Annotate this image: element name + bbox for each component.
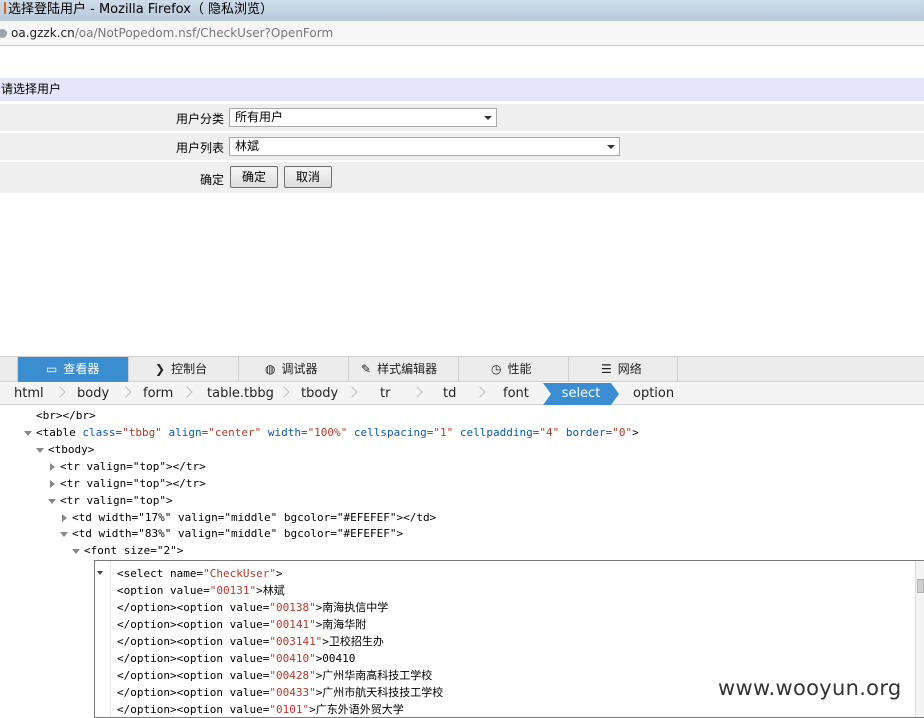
tab-performance[interactable]: ◷ 性能	[459, 357, 569, 382]
chevron-right-icon	[411, 386, 423, 398]
expand-toggle-icon[interactable]	[24, 431, 32, 436]
performance-icon: ◷	[491, 362, 502, 376]
markup-node[interactable]: <tr valign="top">	[48, 493, 173, 509]
breadcrumb-item[interactable]: tbody	[301, 383, 338, 405]
style-editor-icon: ✎	[361, 362, 372, 376]
network-icon: ☰	[601, 362, 612, 376]
breadcrumb: html body form table.tbbg tbody tr td fo…	[0, 383, 924, 405]
breadcrumb-item[interactable]: td	[443, 383, 456, 405]
tab-console[interactable]: ❯ 控制台	[129, 357, 239, 382]
expand-toggle-icon[interactable]	[50, 480, 55, 488]
markup-node[interactable]: <td width="83%" valign="middle" bgcolor=…	[60, 526, 403, 542]
user-list-select[interactable]: 林斌	[229, 137, 620, 156]
scrollbar-thumb[interactable]	[917, 579, 924, 593]
inspector-icon: ▭	[46, 362, 58, 376]
user-list-row: 用户列表 林斌	[0, 133, 924, 160]
expand-toggle-icon[interactable]	[48, 499, 56, 504]
breadcrumb-item-active[interactable]: select	[543, 383, 619, 405]
chevron-down-icon	[607, 145, 615, 149]
editor-line[interactable]: </option><option value="00410">00410	[117, 650, 355, 667]
debugger-icon: ◍	[265, 362, 276, 376]
markup-node[interactable]: <tbody>	[36, 442, 94, 458]
breadcrumb-item[interactable]: font	[503, 383, 529, 405]
chevron-right-icon	[474, 386, 486, 398]
chevron-right-icon	[54, 386, 66, 398]
devtools-toolbar: ▭ 查看器 ❯ 控制台 ◍ 调试器 ✎ 样式编辑器 ◷ 性能 ☰ 网络	[0, 356, 924, 382]
editor-line[interactable]: <option value="00131">林斌	[117, 582, 285, 599]
cancel-button[interactable]: 取消	[284, 166, 332, 188]
markup-node[interactable]: <br></br>	[36, 408, 96, 424]
chevron-right-icon	[181, 386, 193, 398]
breadcrumb-item[interactable]: tr	[380, 383, 390, 405]
markup-node[interactable]: <tr valign="top"></tr>	[48, 476, 206, 492]
expand-toggle-icon[interactable]	[62, 514, 67, 522]
editor-line[interactable]: </option><option value="003141">卫校招生办	[117, 633, 384, 650]
tab-debugger[interactable]: ◍ 调试器	[239, 357, 349, 382]
editor-line[interactable]: </option><option value="00138">南海执信中学	[117, 599, 388, 616]
editor-scrollbar[interactable]	[915, 561, 924, 717]
tab-inspector[interactable]: ▭ 查看器	[18, 357, 129, 382]
watermark: www.wooyun.org	[718, 676, 902, 700]
confirm-row: 确定 确定 取消	[0, 162, 924, 193]
chevron-down-icon	[484, 116, 492, 120]
url-path: /oa/NotPopedom.nsf/CheckUser?OpenForm	[74, 26, 334, 40]
expand-toggle-icon[interactable]	[60, 532, 68, 537]
editor-line[interactable]: <select name="CheckUser">	[117, 565, 283, 582]
editor-line[interactable]: </option><option value="00141">南海华附	[117, 616, 366, 633]
confirm-cell: 确定 取消	[228, 162, 924, 193]
editor-gutter	[95, 561, 111, 717]
markup-node[interactable]: <tr valign="top"></tr>	[48, 459, 206, 475]
confirm-label: 确定	[199, 173, 224, 187]
editor-line[interactable]: </option><option value="0101">广东外语外贸大学	[117, 701, 404, 717]
markup-node[interactable]: <table class="tbbg" align="center" width…	[24, 425, 639, 441]
chevron-right-icon	[278, 386, 290, 398]
breadcrumb-item[interactable]: body	[77, 383, 109, 405]
category-select-value: 所有用户	[235, 110, 284, 124]
chevron-right-icon	[346, 386, 358, 398]
user-list-cell: 林斌	[228, 133, 924, 160]
tab-style-editor[interactable]: ✎ 样式编辑器	[349, 357, 459, 382]
url-domain: oa.gzzk.cn	[11, 26, 75, 40]
markup-node[interactable]: <td width="17%" valign="middle" bgcolor=…	[60, 510, 436, 526]
devtools-pick-button[interactable]	[0, 357, 18, 382]
confirm-button[interactable]: 确定	[230, 166, 278, 188]
editor-line[interactable]: </option><option value="00428">广州华南高科技工学…	[117, 667, 432, 684]
markup-node[interactable]: <font size="2">	[72, 543, 183, 559]
breadcrumb-item[interactable]: form	[143, 383, 173, 405]
breadcrumb-item[interactable]: html	[14, 383, 44, 405]
tab-network[interactable]: ☰ 网络	[569, 357, 678, 382]
expand-toggle-icon[interactable]	[72, 549, 80, 554]
chevron-right-icon	[120, 386, 132, 398]
user-list-label: 用户列表	[175, 141, 224, 155]
category-cell: 所有用户	[228, 104, 924, 131]
address-bar[interactable]: oa.gzzk.cn/oa/NotPopedom.nsf/CheckUser?O…	[0, 21, 924, 46]
globe-icon	[0, 29, 7, 38]
user-list-select-value: 林斌	[235, 139, 260, 153]
expand-toggle-icon[interactable]	[50, 463, 55, 471]
category-label: 用户分类	[175, 112, 224, 126]
window-title: 选择登陆用户 - Mozilla Firefox（ 隐私浏览）	[8, 2, 274, 17]
console-icon: ❯	[155, 362, 166, 376]
firefox-icon	[4, 2, 6, 14]
category-row: 用户分类 所有用户	[0, 104, 924, 131]
breadcrumb-item[interactable]: option	[633, 383, 674, 405]
fold-arrow-icon[interactable]	[97, 571, 103, 575]
editor-line[interactable]: </option><option value="00433">广州市航天科技技工…	[117, 684, 443, 701]
breadcrumb-item[interactable]: table.tbbg	[207, 383, 274, 405]
window-title-bar: 选择登陆用户 - Mozilla Firefox（ 隐私浏览）	[0, 0, 924, 21]
category-select[interactable]: 所有用户	[229, 108, 497, 127]
expand-toggle-icon[interactable]	[36, 448, 44, 453]
form-header: 请选择用户	[0, 78, 924, 101]
